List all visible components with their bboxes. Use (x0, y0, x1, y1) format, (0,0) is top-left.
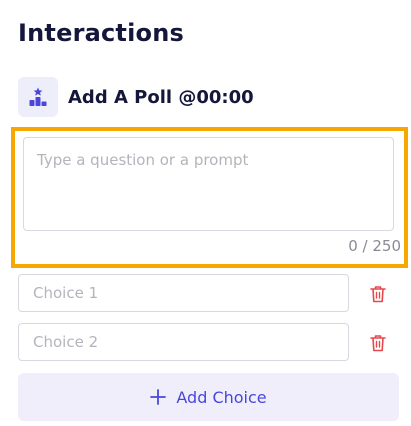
question-input[interactable] (23, 137, 394, 231)
question-focus-highlight: 0 / 250 (11, 127, 408, 268)
trash-icon (370, 286, 386, 303)
poll-icon (18, 77, 58, 117)
interactions-panel: Interactions Add A Poll @00:00 0 / 250 (0, 0, 411, 426)
plus-icon (150, 389, 167, 405)
choice-row-1 (18, 274, 399, 312)
choice-2-input[interactable] (18, 323, 349, 361)
choice-row-2 (18, 323, 399, 361)
delete-choice-1-button[interactable] (368, 284, 388, 304)
page-title: Interactions (18, 19, 184, 47)
character-counter: 0 / 250 (348, 237, 401, 255)
poll-bars-star-icon (29, 87, 47, 106)
poll-title: Add A Poll @00:00 (68, 86, 254, 108)
delete-choice-2-button[interactable] (368, 333, 388, 353)
add-choice-button[interactable]: Add Choice (18, 373, 399, 421)
trash-icon (370, 335, 386, 352)
poll-header: Add A Poll @00:00 (18, 77, 254, 117)
add-choice-label: Add Choice (176, 387, 267, 407)
choice-1-input[interactable] (18, 274, 349, 312)
